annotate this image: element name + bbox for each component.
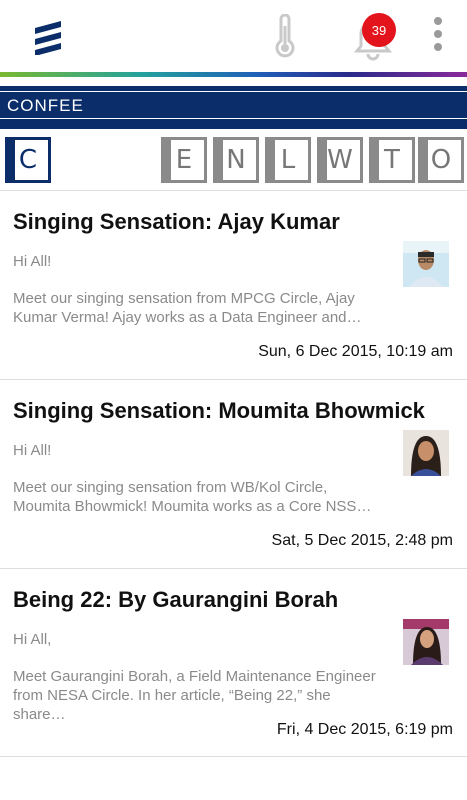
post-title[interactable]: Being 22: By Gaurangini Borah bbox=[13, 587, 458, 613]
post-excerpt: Meet our singing sensation from MPCG Cir… bbox=[13, 290, 362, 326]
tile-t[interactable]: T bbox=[369, 137, 415, 183]
post-list: Singing Sensation: Ajay Kumar Hi All! Me… bbox=[0, 190, 467, 757]
post-card[interactable]: Singing Sensation: Moumita Bhowmick Hi A… bbox=[0, 379, 467, 568]
post-thumbnail[interactable] bbox=[403, 619, 449, 665]
post-date: Fri, 4 Dec 2015, 6:19 pm bbox=[276, 721, 453, 738]
notification-count-badge[interactable]: 39 bbox=[362, 13, 396, 47]
banner-title: CONFEE bbox=[7, 96, 84, 115]
post-date: Sun, 6 Dec 2015, 10:19 am bbox=[258, 343, 453, 360]
post-greeting: Hi All! bbox=[13, 442, 52, 459]
ericsson-logo-icon[interactable] bbox=[31, 17, 65, 55]
post-greeting: Hi All! bbox=[13, 253, 52, 270]
thermometer-icon[interactable] bbox=[272, 14, 298, 58]
post-greeting: Hi All, bbox=[13, 631, 52, 648]
more-options-icon[interactable] bbox=[428, 15, 448, 55]
tile-w[interactable]: W bbox=[317, 137, 363, 183]
tile-e[interactable]: E bbox=[161, 137, 207, 183]
post-card[interactable]: Singing Sensation: Ajay Kumar Hi All! Me… bbox=[0, 190, 467, 379]
post-title[interactable]: Singing Sensation: Moumita Bhowmick bbox=[13, 398, 458, 424]
post-excerpt: Meet Gaurangini Borah, a Field Maintenan… bbox=[13, 668, 376, 723]
tile-n[interactable]: N bbox=[213, 137, 259, 183]
section-banner: CONFEE bbox=[0, 86, 467, 129]
post-title[interactable]: Singing Sensation: Ajay Kumar bbox=[13, 209, 458, 235]
letter-tiles: C E N L W T O bbox=[0, 137, 467, 187]
post-excerpt: Meet our singing sensation from WB/Kol C… bbox=[13, 479, 372, 515]
post-thumbnail[interactable] bbox=[403, 430, 449, 476]
tile-o[interactable]: O bbox=[418, 137, 464, 183]
post-date: Sat, 5 Dec 2015, 2:48 pm bbox=[271, 532, 453, 549]
app-header: 39 bbox=[0, 0, 467, 72]
post-thumbnail[interactable] bbox=[403, 241, 449, 287]
tile-c[interactable]: C bbox=[5, 137, 51, 183]
post-card[interactable]: Being 22: By Gaurangini Borah Hi All, Me… bbox=[0, 568, 467, 757]
tile-l[interactable]: L bbox=[265, 137, 311, 183]
